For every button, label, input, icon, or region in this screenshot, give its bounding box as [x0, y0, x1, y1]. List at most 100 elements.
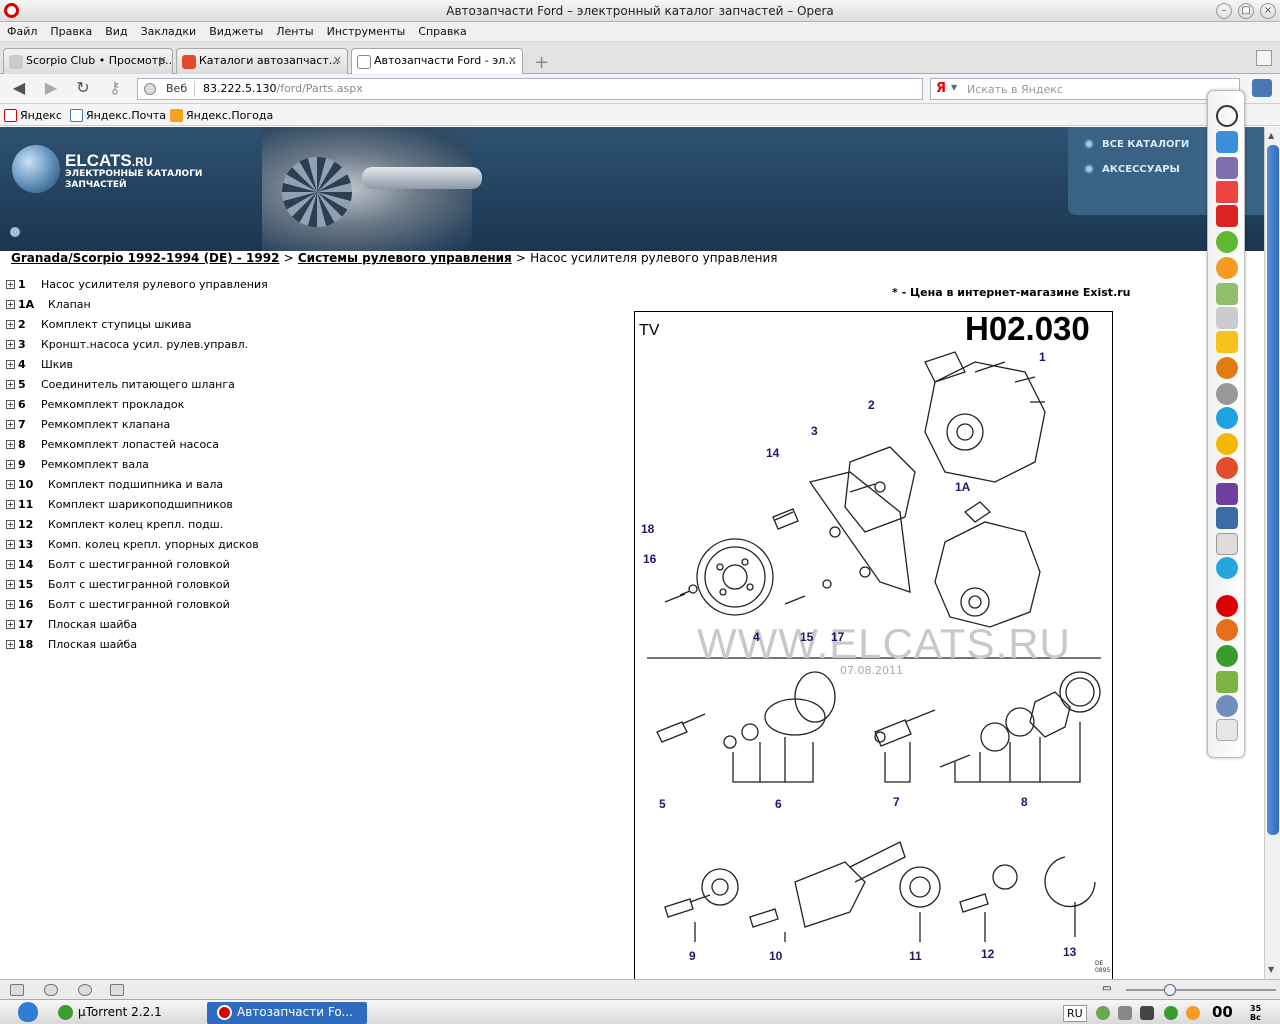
search-field[interactable]: Я ▼ — [930, 78, 1240, 100]
image-icon[interactable] — [1216, 283, 1238, 305]
part-row[interactable]: +1 Насос усилителя рулевого управления — [6, 277, 566, 297]
part-row[interactable]: +1A Клапан — [6, 297, 566, 317]
aimp-icon[interactable] — [1216, 357, 1238, 379]
part-row[interactable]: +10 Комплект подшипника и вала — [6, 477, 566, 497]
part-name[interactable]: Ремкомплект вала — [41, 458, 149, 471]
address-field[interactable]: Веб 83.222.5.130/ford/Parts.aspx — [137, 78, 923, 100]
scroll-down-icon[interactable]: ▼ — [1268, 965, 1274, 974]
acrobat-icon[interactable] — [1216, 205, 1238, 227]
nav-all-catalogs[interactable]: ВСЕ КАТАЛОГИ — [1084, 139, 1189, 150]
part-row[interactable]: +15 Болт с шестигранной головкой — [6, 577, 566, 597]
callout-5[interactable]: 5 — [659, 797, 666, 811]
part-row[interactable]: +4 Шкив — [6, 357, 566, 377]
menu-feeds[interactable]: Ленты — [269, 22, 319, 38]
calculator-icon[interactable] — [1216, 533, 1238, 555]
cloud-icon[interactable] — [44, 984, 58, 996]
part-name[interactable]: Комплект подшипника и вала — [48, 478, 223, 491]
tab-list-button[interactable] — [1256, 50, 1272, 66]
part-row[interactable]: +5 Соединитель питающего шланга — [6, 377, 566, 397]
mail-icon[interactable] — [1252, 79, 1272, 97]
tab-close-icon[interactable]: ✕ — [508, 54, 517, 67]
language-indicator[interactable]: RU — [1063, 1005, 1087, 1022]
minimize-button[interactable]: – — [1216, 3, 1232, 19]
tab-scorpio-club[interactable]: Scorpio Club • Просмотр... ✕ — [3, 48, 173, 74]
close-button[interactable]: × — [1260, 3, 1276, 19]
part-name[interactable]: Комплект колец крепл. подш. — [48, 518, 223, 531]
expand-icon[interactable]: + — [6, 400, 15, 409]
part-name[interactable]: Ремкомплект клапана — [41, 418, 170, 431]
disc-icon[interactable] — [1216, 257, 1238, 279]
page-scrollbar[interactable]: ▲ ▼ — [1264, 127, 1280, 979]
forward-icon[interactable]: ▶ — [40, 79, 62, 99]
part-row[interactable]: +9 Ремкомплект вала — [6, 457, 566, 477]
callout-12[interactable]: 12 — [981, 947, 994, 961]
tools-icon[interactable] — [1216, 307, 1238, 329]
address-url[interactable]: 83.222.5.130/ford/Parts.aspx — [203, 82, 363, 95]
callout-17[interactable]: 17 — [831, 630, 844, 644]
expand-icon[interactable]: + — [6, 420, 15, 429]
expand-icon[interactable]: + — [6, 540, 15, 549]
bird-icon[interactable] — [1216, 157, 1238, 179]
expand-icon[interactable]: + — [6, 300, 15, 309]
part-name[interactable]: Кроншт.насоса усил. рулев.управл. — [41, 338, 248, 351]
globe-gray-icon[interactable] — [1216, 383, 1238, 405]
menu-widgets[interactable]: Виджеты — [202, 22, 269, 38]
expand-icon[interactable]: + — [6, 360, 15, 369]
tab-close-icon[interactable]: ✕ — [333, 54, 342, 67]
scrollbar-thumb[interactable] — [1267, 145, 1279, 835]
expand-icon[interactable]: + — [6, 560, 15, 569]
menu-view[interactable]: Вид — [98, 22, 133, 38]
speaker-icon[interactable] — [1118, 1006, 1132, 1020]
tab-catalogs[interactable]: Каталоги автозапчаст... ✕ — [176, 48, 348, 74]
menu-file[interactable]: Файл — [0, 22, 43, 38]
callout-8[interactable]: 8 — [1021, 795, 1028, 809]
new-tab-icon[interactable]: + — [534, 52, 549, 73]
firefox-icon[interactable] — [1216, 619, 1238, 641]
callout-7[interactable]: 7 — [893, 795, 900, 809]
zoom-icon[interactable]: ▭ — [1102, 984, 1118, 996]
icq-icon[interactable] — [1216, 231, 1238, 253]
part-name[interactable]: Плоская шайба — [48, 618, 137, 631]
callout-3[interactable]: 3 — [811, 424, 818, 438]
share-icon[interactable] — [78, 984, 92, 996]
v-icon[interactable] — [1216, 433, 1238, 455]
part-row[interactable]: +12 Комплект колец крепл. подш. — [6, 517, 566, 537]
back-icon[interactable]: ◀ — [8, 79, 30, 99]
trash-icon[interactable] — [1216, 719, 1238, 741]
site-logo[interactable]: ELCATS.RU — [65, 151, 152, 171]
menu-edit[interactable]: Правка — [43, 22, 98, 38]
widget-w-icon[interactable] — [1216, 131, 1238, 153]
expand-icon[interactable]: + — [6, 640, 15, 649]
part-row[interactable]: +8 Ремкомплект лопастей насоса — [6, 437, 566, 457]
network-icon[interactable] — [1216, 695, 1238, 717]
tab-close-icon[interactable]: ✕ — [158, 54, 167, 67]
pu-icon[interactable] — [1216, 483, 1238, 505]
maximize-button[interactable]: □ — [1238, 3, 1254, 19]
part-name[interactable]: Соединитель питающего шланга — [41, 378, 235, 391]
menu-help[interactable]: Справка — [411, 22, 472, 38]
phone-icon[interactable] — [1216, 671, 1238, 693]
part-row[interactable]: +14 Болт с шестигранной головкой — [6, 557, 566, 577]
part-name[interactable]: Комплект ступицы шкива — [41, 318, 191, 331]
bookmark-yandex-mail[interactable]: Яндекс.Почта — [70, 109, 166, 122]
part-name[interactable]: Болт с шестигранной головкой — [48, 598, 230, 611]
part-name[interactable]: Комплект шарикоподшипников — [48, 498, 233, 511]
bookmark-yandex[interactable]: Яндекс — [4, 109, 62, 122]
yandex-search-icon[interactable]: Я — [936, 81, 946, 96]
globe-logo-icon[interactable] — [12, 145, 60, 193]
reload-icon[interactable]: ↻ — [72, 79, 94, 99]
part-row[interactable]: +2 Комплект ступицы шкива — [6, 317, 566, 337]
part-name[interactable]: Плоская шайба — [48, 638, 137, 651]
expand-icon[interactable]: + — [6, 380, 15, 389]
expand-icon[interactable]: + — [6, 620, 15, 629]
menu-bookmarks[interactable]: Закладки — [134, 22, 203, 38]
callout-10[interactable]: 10 — [769, 949, 782, 963]
expand-icon[interactable]: + — [6, 480, 15, 489]
search-input[interactable] — [967, 81, 1227, 97]
callout-1a[interactable]: 1A — [955, 480, 970, 494]
part-name[interactable]: Болт с шестигранной головкой — [48, 578, 230, 591]
speed-dial-icon[interactable] — [110, 984, 124, 996]
expand-icon[interactable]: + — [6, 500, 15, 509]
opera-icon[interactable] — [1216, 595, 1238, 617]
key-icon[interactable]: ⚷ — [104, 79, 126, 99]
